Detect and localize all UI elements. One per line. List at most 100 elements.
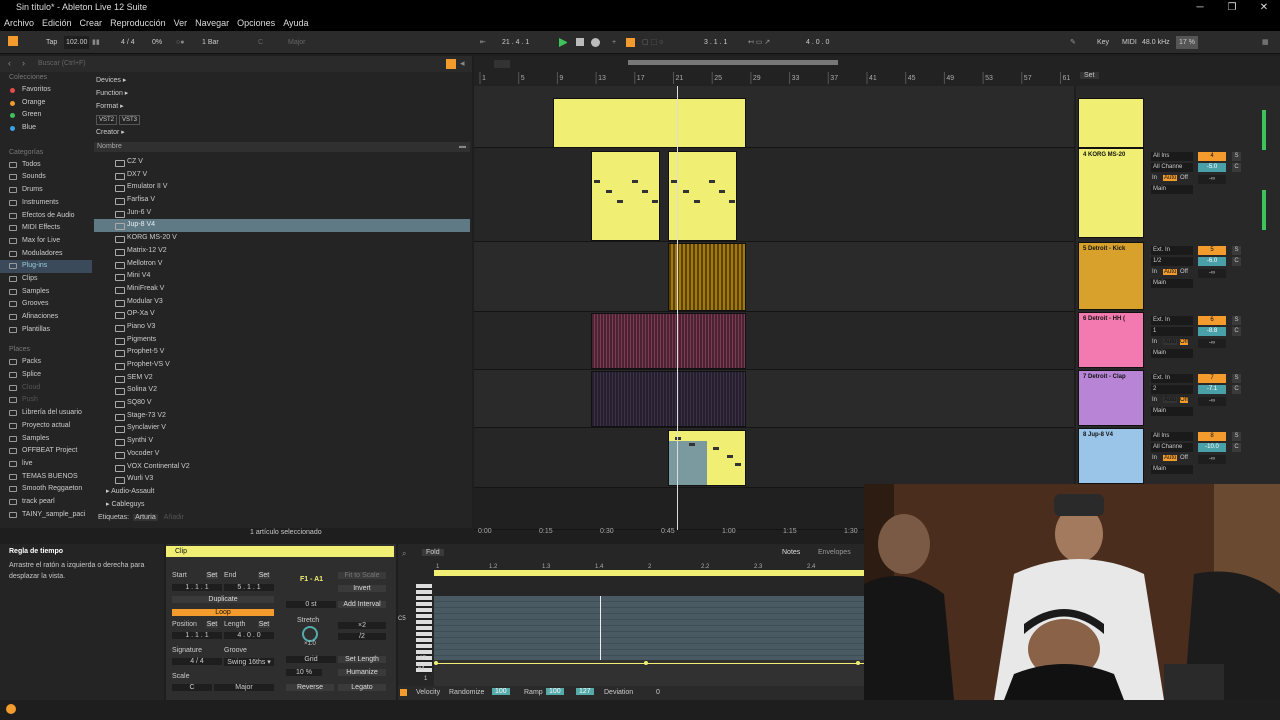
menu-ayuda[interactable]: Ayuda [279, 15, 312, 31]
track-name[interactable]: 6 Detroit - HH ( [1083, 316, 1125, 322]
plugin-item[interactable]: OP-Xa V [94, 308, 470, 321]
volume-field[interactable]: -6.0 [1198, 257, 1226, 266]
volume-field[interactable]: -10.0 [1198, 443, 1226, 452]
monitor-in-button[interactable]: In [1152, 269, 1157, 275]
plugin-item[interactable]: VOX Continental V2 [94, 461, 470, 474]
place-offbeat-project[interactable]: OFFBEAT Project [0, 445, 92, 458]
audio-clip[interactable] [591, 371, 746, 427]
deviation-value[interactable]: 0 [656, 689, 660, 696]
track-header[interactable]: 8 Jup-8 V4 [1078, 428, 1144, 484]
track-activator-button[interactable]: 4 [1198, 152, 1226, 161]
expand-icon[interactable] [400, 689, 407, 696]
output-select[interactable]: Main [1151, 349, 1193, 358]
name-column-header[interactable]: Nombre ▬ [94, 142, 470, 152]
filter-icon[interactable] [446, 59, 456, 69]
start-set-button[interactable]: Set [206, 572, 218, 579]
start-value[interactable]: 1 . 1 . 1 [172, 584, 222, 591]
signature-value[interactable]: 4 / 4 [172, 658, 222, 665]
transpose-value[interactable]: 0 st [286, 601, 336, 608]
place-splice[interactable]: Splice [0, 369, 92, 382]
category-samples[interactable]: Samples [0, 286, 92, 299]
punch-icon[interactable]: ↤ ▭ ↗ [748, 36, 770, 49]
vst3-chip[interactable]: VST3 [119, 115, 141, 125]
randomize-label[interactable]: Randomize [449, 689, 484, 696]
back-icon[interactable]: ‹ [8, 58, 11, 68]
ramp-end-value[interactable]: 127 [576, 688, 594, 695]
plugin-item[interactable]: Pigments [94, 334, 470, 347]
swing-amount[interactable]: 0% [152, 36, 162, 49]
track-activator-button[interactable]: 5 [1198, 246, 1226, 255]
volume-field[interactable]: -8.8 [1198, 327, 1226, 336]
stretch-knob[interactable] [302, 626, 318, 642]
scale-key-select[interactable]: C [172, 684, 212, 691]
plugin-item[interactable]: Mini V4 [94, 270, 470, 283]
plugin-item[interactable]: Jun-6 V [94, 207, 470, 220]
menu-opciones[interactable]: Opciones [233, 15, 279, 31]
track-name[interactable]: 8 Jup-8 V4 [1083, 432, 1113, 438]
time-ruler[interactable]: 0:00 0:15 0:30 0:45 1:00 1:15 1:30 [474, 524, 874, 538]
place-tainy-sample-paci[interactable]: TAINY_sample_paci [0, 509, 92, 522]
set-length-button[interactable]: Set Length [338, 656, 386, 663]
place-librer-a-del-usuario[interactable]: Librería del usuario [0, 407, 92, 420]
track-header-clip[interactable] [1078, 98, 1144, 148]
track-name[interactable]: 5 Detroit - Kick [1083, 246, 1125, 252]
monitor-auto-button[interactable]: Auto [1163, 397, 1178, 403]
category-todos[interactable]: Todos [0, 159, 92, 172]
category-plantillas[interactable]: Plantillas [0, 324, 92, 337]
category-efectos-de-audio[interactable]: Efectos de Audio [0, 210, 92, 223]
output-select[interactable]: Main [1151, 185, 1193, 194]
pan-field[interactable]: C [1232, 257, 1241, 266]
track-header[interactable]: 4 KORG MS-20 [1078, 148, 1144, 238]
position-set-button[interactable]: Set [206, 621, 218, 628]
monitor-off-button[interactable]: Off [1180, 269, 1188, 275]
monitor-auto-button[interactable]: Auto [1163, 455, 1178, 461]
grid-select[interactable]: Grid [286, 656, 336, 663]
pan-field[interactable]: C [1232, 327, 1241, 336]
restore-button[interactable]: ❐ [1216, 0, 1248, 15]
track-activator-button[interactable]: 8 [1198, 432, 1226, 441]
plugin-item[interactable]: DX7 V [94, 169, 470, 182]
pan-field[interactable]: C [1232, 443, 1241, 452]
envelopes-tab[interactable]: Envelopes [818, 549, 851, 556]
randomize-value[interactable]: 100 [492, 688, 510, 695]
send-field[interactable]: -∞ [1198, 339, 1226, 348]
menu-archivo[interactable]: Archivo [0, 15, 38, 31]
menu-ver[interactable]: Ver [170, 15, 192, 31]
arrangement-view[interactable] [474, 86, 1074, 530]
close-button[interactable]: ✕ [1248, 0, 1280, 15]
info-toggle-icon[interactable] [6, 704, 16, 714]
category-sounds[interactable]: Sounds [0, 171, 92, 184]
menu-crear[interactable]: Crear [76, 15, 107, 31]
loop-button[interactable]: Loop [172, 609, 274, 616]
place-cloud[interactable]: Cloud [0, 382, 92, 395]
collection-blue[interactable]: Blue [0, 122, 92, 135]
input-channel-select[interactable]: 1/2 [1151, 257, 1193, 266]
monitor-off-button[interactable]: Off [1180, 397, 1188, 403]
folder-audio-assault[interactable]: ▸ Audio-Assault [94, 486, 470, 499]
menu-edicion[interactable]: Edición [38, 15, 76, 31]
track-header[interactable]: 6 Detroit - HH ( [1078, 312, 1144, 368]
monitor-off-button[interactable]: Off [1180, 175, 1188, 181]
plugin-item[interactable]: Farfisa V [94, 194, 470, 207]
invert-button[interactable]: Invert [338, 585, 386, 592]
search-input[interactable]: Buscar (Ctrl+F) [38, 60, 86, 67]
input-type-select[interactable]: All Ins [1151, 152, 1193, 161]
input-channel-select[interactable]: All Channe [1151, 163, 1193, 172]
folder-cableguys[interactable]: ▸ Cableguys [94, 499, 470, 512]
audio-clip[interactable] [591, 313, 746, 369]
category-clips[interactable]: Clips [0, 273, 92, 286]
volume-field[interactable]: -5.0 [1198, 163, 1226, 172]
velocity-lane[interactable] [434, 660, 864, 686]
midi-clip[interactable] [591, 151, 660, 241]
view-toggle-icon[interactable]: ▦ [1262, 36, 1269, 49]
category-afinaciones[interactable]: Afinaciones [0, 311, 92, 324]
midi-clip[interactable] [553, 98, 746, 148]
input-type-select[interactable]: Ext. In [1151, 316, 1193, 325]
audio-clip[interactable] [668, 243, 746, 311]
input-channel-select[interactable]: 1 [1151, 327, 1193, 336]
plugin-item[interactable]: KORG MS-20 V [94, 232, 470, 245]
double-button[interactable]: ×2 [338, 622, 386, 629]
track-name[interactable]: 4 KORG MS-20 [1083, 152, 1125, 158]
loop-brace[interactable] [494, 60, 510, 68]
tempo-field[interactable]: 102.00 [64, 36, 90, 49]
